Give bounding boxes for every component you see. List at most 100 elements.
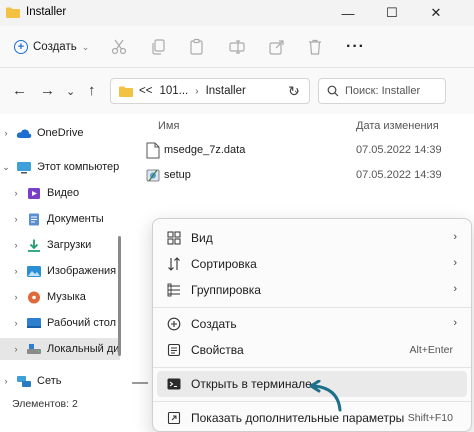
search-placeholder: Поиск: Installer (345, 85, 421, 97)
chevron-right-icon[interactable]: › (10, 344, 22, 354)
chevron-right-icon[interactable]: › (10, 188, 22, 198)
breadcrumb-current[interactable]: Installer (206, 85, 246, 97)
sidebar-item-video[interactable]: › Видео (0, 182, 120, 204)
back-arrow-icon[interactable]: ← (12, 82, 27, 99)
sidebar-item-desktop[interactable]: › Рабочий стол (0, 312, 120, 334)
desktop-icon (27, 317, 41, 328)
file-date: 07.05.2022 14:39 (356, 169, 442, 181)
paste-icon[interactable] (188, 38, 206, 56)
file-date: 07.05.2022 14:39 (356, 144, 442, 156)
sidebar-item-music[interactable]: › Музыка (0, 286, 120, 308)
documents-icon (29, 213, 39, 225)
address-bar[interactable]: << 101... › Installer ⌄ (110, 78, 310, 104)
refresh-icon[interactable]: ↻ (288, 83, 300, 100)
chevron-right-icon: › (453, 231, 457, 243)
computer-icon (17, 161, 31, 173)
delete-icon[interactable] (306, 38, 324, 56)
file-row[interactable]: setup 07.05.2022 14:39 (142, 163, 472, 187)
minimize-button[interactable]: — (330, 0, 366, 26)
sidebar-item-documents[interactable]: › Документы (0, 208, 120, 230)
sidebar-item-label: Видео (47, 187, 80, 199)
menu-item-create[interactable]: Создать › (157, 311, 467, 337)
chevron-right-icon: › (453, 317, 457, 329)
menu-item-label: Создать (191, 317, 237, 331)
sidebar-item-label: Сеть (37, 375, 62, 387)
sidebar-item-this-pc[interactable]: ⌄ Этот компьютер (0, 156, 120, 178)
sidebar-scrollbar[interactable] (118, 236, 121, 356)
properties-icon (167, 343, 181, 357)
sidebar-item-onedrive[interactable]: › OneDrive (0, 122, 120, 144)
sidebar-item-pictures[interactable]: › Изображения (0, 260, 120, 282)
cut-icon[interactable] (110, 38, 128, 56)
file-name: msedge_7z.data (164, 144, 246, 156)
chevron-right-icon[interactable]: › (10, 266, 22, 276)
sidebar-item-label: Рабочий стол (47, 317, 117, 329)
chevron-right-icon[interactable]: › (10, 318, 22, 328)
new-icon (167, 317, 181, 331)
search-input[interactable]: Поиск: Installer (318, 78, 446, 104)
window-title: Installer (26, 6, 67, 18)
copy-icon[interactable] (150, 38, 168, 56)
group-icon (167, 283, 180, 297)
chevron-right-icon[interactable]: › (0, 376, 12, 386)
folder-icon (6, 7, 20, 18)
grid-icon (167, 231, 181, 245)
terminal-icon (167, 378, 181, 390)
menu-separator (153, 367, 471, 368)
video-icon (28, 187, 40, 199)
annotation-arrow-icon (309, 380, 342, 412)
navigation-pane: › OneDrive ⌄ Этот компьютер › Видео › До… (0, 114, 122, 394)
menu-item-sort[interactable]: Сортировка › (157, 251, 467, 277)
create-button[interactable]: + Создать ⌄ (14, 36, 89, 58)
chevron-right-icon: › (453, 283, 457, 295)
breadcrumb-item[interactable]: 101... (159, 85, 188, 97)
menu-item-properties[interactable]: Свойства Alt+Enter (157, 337, 467, 363)
chevron-down-icon: ⌄ (81, 41, 90, 52)
column-header-date[interactable]: Дата изменения (356, 120, 439, 132)
chevron-right-icon[interactable]: › (0, 128, 12, 138)
menu-item-label: Вид (191, 231, 213, 245)
plus-icon: + (14, 40, 28, 54)
sidebar-item-label: Музыка (47, 291, 86, 303)
folder-icon (119, 86, 133, 97)
sidebar-item-label: Этот компьютер (37, 161, 120, 173)
menu-shortcut: Shift+F10 (407, 412, 453, 424)
menu-item-label: Группировка (191, 283, 261, 297)
maximize-button[interactable]: ☐ (374, 0, 410, 26)
chevron-right-icon[interactable]: › (10, 214, 22, 224)
menu-item-view[interactable]: Вид › (157, 225, 467, 251)
sidebar-item-label: Изображения (47, 265, 117, 277)
menu-item-label: Показать дополнительные параметры (191, 411, 405, 425)
up-arrow-icon[interactable]: ↑ (88, 82, 96, 99)
rename-icon[interactable] (228, 38, 246, 56)
menu-item-label: Открыть в терминале (191, 377, 312, 391)
sidebar-item-downloads[interactable]: › Загрузки (0, 234, 120, 256)
chevron-right-icon: › (453, 257, 457, 269)
menu-separator (153, 307, 471, 308)
horizontal-scrollbar[interactable] (132, 382, 148, 384)
share-icon[interactable] (268, 38, 286, 56)
create-label: Создать (33, 41, 77, 53)
pictures-icon (27, 265, 41, 277)
file-icon (146, 142, 160, 159)
sort-icon (168, 257, 180, 271)
more-options-icon (167, 411, 181, 425)
chevron-right-icon[interactable]: › (10, 240, 22, 250)
forward-arrow-icon[interactable]: → (40, 82, 55, 99)
more-options-button[interactable]: ··· (346, 38, 365, 56)
sidebar-item-network[interactable]: › Сеть (0, 370, 120, 392)
history-chevron-icon[interactable]: ⌄ (66, 85, 75, 98)
network-icon (17, 375, 31, 387)
close-button[interactable]: ✕ (418, 0, 454, 26)
breadcrumb-overflow[interactable]: << (139, 85, 152, 97)
menu-item-group[interactable]: Группировка › (157, 277, 467, 303)
file-row[interactable]: msedge_7z.data 07.05.2022 14:39 (142, 138, 472, 162)
chevron-right-icon[interactable]: › (10, 292, 22, 302)
sidebar-item-label: Документы (47, 213, 104, 225)
search-icon (327, 85, 339, 97)
drive-icon (27, 343, 41, 354)
sidebar-item-local-disk[interactable]: › Локальный ди (0, 338, 120, 360)
menu-item-label: Свойства (191, 343, 244, 357)
column-header-name[interactable]: Имя (158, 120, 179, 132)
chevron-down-icon[interactable]: ⌄ (0, 162, 12, 173)
